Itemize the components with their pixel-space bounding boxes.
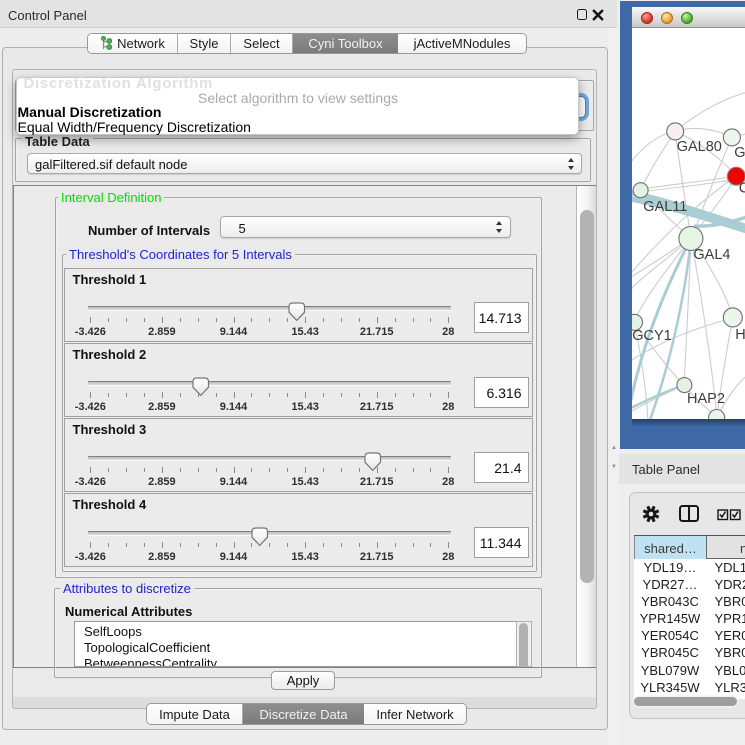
svg-text:H: H — [735, 327, 745, 343]
svg-text:GAL80: GAL80 — [676, 139, 721, 155]
svg-text:C: C — [738, 181, 745, 197]
svg-text:GA: GA — [734, 145, 745, 161]
svg-text:GAL4: GAL4 — [693, 247, 730, 263]
svg-text:GAL11: GAL11 — [643, 199, 687, 215]
svg-text:HAP2: HAP2 — [687, 391, 725, 407]
svg-text:GCY1: GCY1 — [632, 328, 672, 344]
